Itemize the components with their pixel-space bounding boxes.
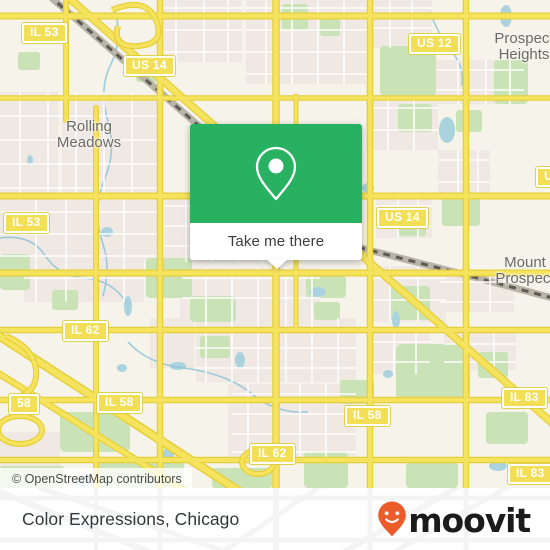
attribution-text: © OpenStreetMap contributors [12,471,182,486]
route-shield: IL 58 [97,393,142,413]
route-shield: IL 83 [508,464,550,484]
popup-tail-arrow [266,259,288,269]
route-shield: US 11 [536,167,550,187]
route-shield: IL 62 [63,321,108,341]
route-shield: IL 53 [4,213,49,233]
route-shield: 58 [9,394,39,414]
route-shield: IL 83 [502,388,547,408]
take-me-there-popup[interactable]: Take me there [190,124,362,269]
footer-bar: Color Expressions, Chicago moovit [0,488,550,550]
place-title: Color Expressions, Chicago [22,508,240,529]
take-me-there-label: Take me there [227,233,325,250]
route-shield: IL 53 [22,23,67,43]
moovit-logo[interactable]: moovit [377,500,531,540]
map-attribution[interactable]: © OpenStreetMap contributors [0,468,192,488]
map-pin-icon [253,145,299,203]
route-shield: IL 58 [345,406,390,426]
moovit-place-map-screenshot: Rolling Meadows Prospect Heights Mount Prospe… [0,0,550,550]
route-shield: US 14 [377,208,428,228]
moovit-pin-icon [377,500,407,538]
route-shield: US 14 [124,56,175,76]
moovit-wordmark: moovit [408,500,531,540]
popup-action-bar[interactable]: Take me there [190,223,362,260]
map-viewport[interactable]: Rolling Meadows Prospect Heights Mount Prospe… [0,0,550,488]
route-shield: IL 62 [250,444,295,464]
route-shield: US 12 [409,34,460,54]
popup-header [190,124,362,223]
